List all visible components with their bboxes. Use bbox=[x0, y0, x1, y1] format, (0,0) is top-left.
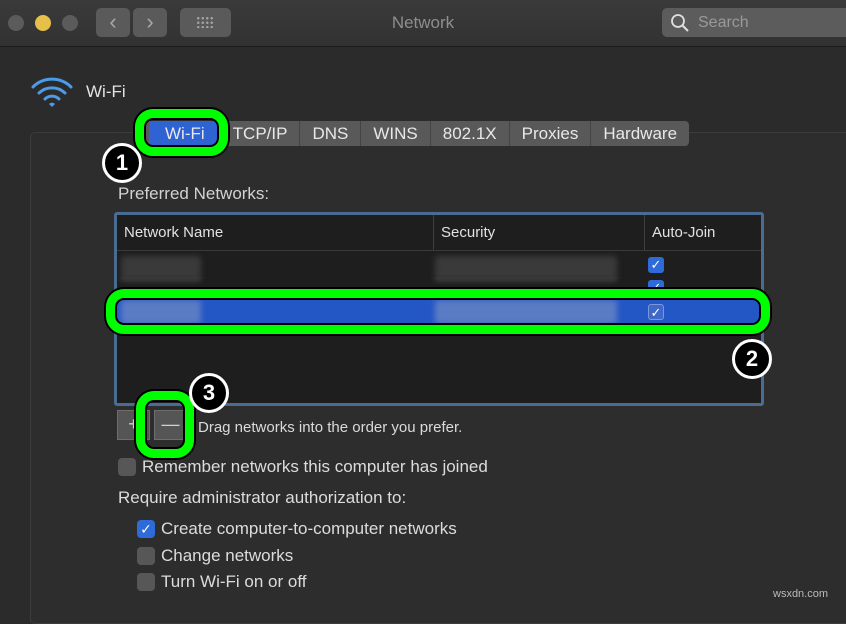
remember-networks-option[interactable]: Remember networks this computer has join… bbox=[118, 457, 488, 477]
step-badge-2: 2 bbox=[732, 339, 772, 379]
table-header: Network Name Security Auto-Join bbox=[117, 215, 761, 251]
tab-8021x[interactable]: 802.1X bbox=[431, 121, 510, 146]
highlight-selected-network bbox=[106, 289, 770, 334]
require-admin-label: Require administrator authorization to: bbox=[118, 488, 407, 507]
admin-change-label: Change networks bbox=[161, 546, 294, 565]
admin-create-checkbox[interactable]: ✓ bbox=[137, 520, 155, 538]
search-field[interactable] bbox=[662, 8, 846, 37]
step-badge-1: 1 bbox=[102, 143, 142, 183]
admin-wifi-toggle-checkbox[interactable] bbox=[137, 573, 155, 591]
search-input[interactable] bbox=[696, 12, 840, 33]
drag-hint: Drag networks into the order you prefer. bbox=[198, 419, 463, 436]
search-icon bbox=[671, 13, 689, 32]
remember-networks-label: Remember networks this computer has join… bbox=[142, 457, 488, 476]
table-row[interactable]: ✓ bbox=[117, 253, 761, 280]
admin-wifi-toggle-option[interactable]: Turn Wi-Fi on or off bbox=[137, 572, 306, 592]
wifi-icon bbox=[31, 77, 73, 107]
admin-create-label: Create computer-to-computer networks bbox=[161, 519, 457, 538]
service-name: Wi-Fi bbox=[86, 82, 126, 101]
admin-create-option[interactable]: ✓ Create computer-to-computer networks bbox=[137, 519, 457, 539]
auto-join-checkbox[interactable]: ✓ bbox=[648, 257, 664, 273]
remember-networks-checkbox[interactable] bbox=[118, 458, 136, 476]
column-auto-join[interactable]: Auto-Join bbox=[644, 215, 764, 250]
tab-dns[interactable]: DNS bbox=[300, 121, 362, 146]
tab-wins[interactable]: WINS bbox=[361, 121, 431, 146]
security-redacted bbox=[435, 277, 617, 281]
admin-change-option[interactable]: Change networks bbox=[137, 546, 293, 566]
admin-change-checkbox[interactable] bbox=[137, 547, 155, 565]
column-security[interactable]: Security bbox=[433, 215, 643, 250]
tab-hardware[interactable]: Hardware bbox=[591, 121, 689, 146]
tab-tcpip[interactable]: TCP/IP bbox=[221, 121, 301, 146]
title-bar: ‹ › Network bbox=[0, 0, 846, 47]
network-name-redacted bbox=[121, 277, 201, 281]
step-badge-3: 3 bbox=[189, 373, 229, 413]
watermark: wsxdn.com bbox=[773, 588, 829, 600]
preferred-networks-label: Preferred Networks: bbox=[118, 184, 270, 203]
column-network-name[interactable]: Network Name bbox=[117, 215, 429, 250]
admin-wifi-toggle-label: Turn Wi-Fi on or off bbox=[161, 572, 307, 591]
service-header: Wi-Fi bbox=[30, 75, 126, 109]
tab-proxies[interactable]: Proxies bbox=[510, 121, 592, 146]
highlight-remove-button bbox=[136, 391, 194, 458]
highlight-wifi-tab bbox=[135, 109, 228, 156]
